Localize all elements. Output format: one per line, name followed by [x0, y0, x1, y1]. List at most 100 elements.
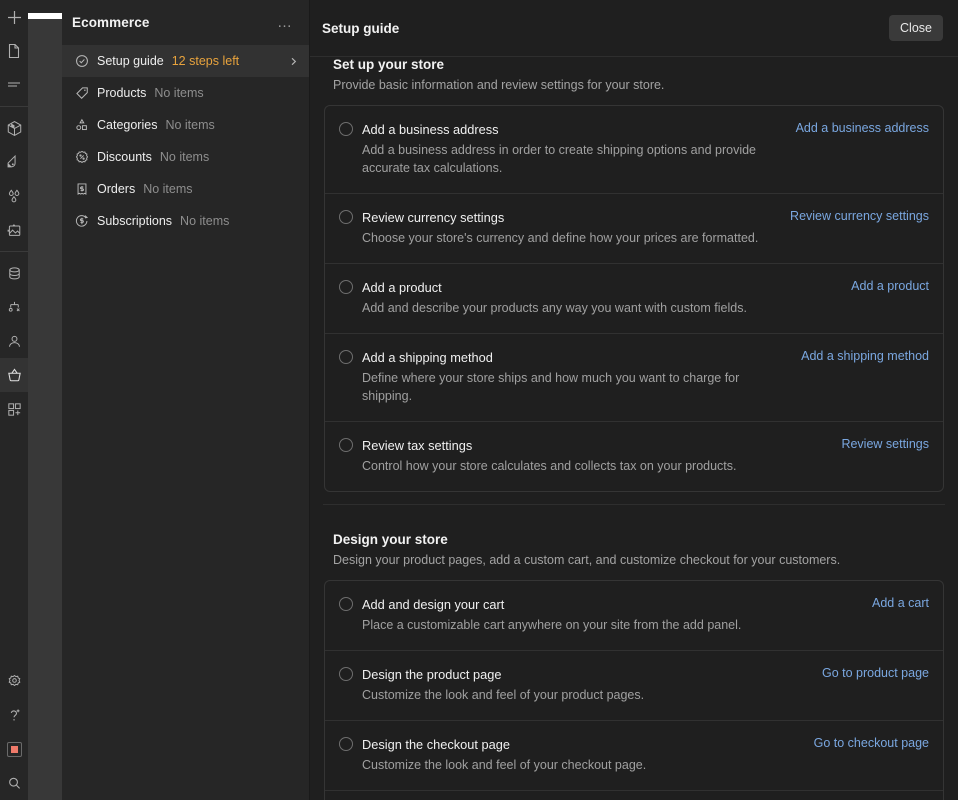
sidebar-item-products[interactable]: Products No items	[62, 77, 309, 109]
task-status-radio-icon[interactable]	[339, 122, 353, 136]
task-description: Add a business address in order to creat…	[362, 143, 757, 175]
sidebar-item-meta: No items	[154, 86, 204, 100]
task-action-link[interactable]: Go to product page	[812, 666, 929, 680]
section-design-your-store: Design your store Design your product pa…	[310, 504, 958, 800]
apps-icon[interactable]	[0, 392, 28, 426]
sidebar-item-subscriptions[interactable]: Subscriptions No items	[62, 205, 309, 237]
sidebar-item-meta: No items	[165, 118, 215, 132]
task-row[interactable]: Add a business address Add a business ad…	[325, 106, 943, 193]
task-title: Design the checkout page	[362, 737, 510, 752]
panel-header: Ecommerce …	[62, 0, 309, 45]
task-action-link[interactable]: Add a product	[841, 279, 929, 293]
help-icon[interactable]	[0, 698, 28, 732]
user-icon[interactable]	[0, 324, 28, 358]
receipt-icon	[74, 182, 89, 197]
task-title: Review tax settings	[362, 438, 473, 453]
logic-icon[interactable]	[0, 290, 28, 324]
layers-icon[interactable]	[0, 68, 28, 102]
task-card: Add and design your cart Place a customi…	[324, 580, 944, 800]
task-action-link[interactable]: Review currency settings	[780, 209, 929, 223]
rail-mid-group	[0, 111, 28, 247]
section-subtitle: Design your product pages, add a custom …	[333, 553, 841, 567]
sidebar-item-label: Discounts	[97, 150, 152, 164]
section-subtitle: Provide basic information and review set…	[333, 78, 665, 92]
rail-data-group	[0, 256, 28, 426]
task-status-radio-icon[interactable]	[339, 210, 353, 224]
sidebar-item-label: Subscriptions	[97, 214, 173, 228]
basket-icon[interactable]	[0, 358, 28, 392]
main-header: Setup guide Close	[310, 0, 958, 57]
rail-top-group	[0, 0, 28, 102]
setup-guide-scroll-area[interactable]: Set up your store Provide basic informat…	[310, 57, 958, 800]
task-action-link[interactable]: Go to checkout page	[804, 736, 929, 750]
image-icon[interactable]	[0, 213, 28, 247]
task-status-radio-icon[interactable]	[339, 737, 353, 751]
cube-icon[interactable]	[0, 111, 28, 145]
task-status-radio-icon[interactable]	[339, 438, 353, 452]
task-card: Add a business address Add a business ad…	[324, 105, 944, 492]
close-button[interactable]: Close	[889, 15, 943, 41]
chevron-right-icon[interactable]	[288, 56, 299, 67]
tag-icon	[74, 86, 89, 101]
search-icon[interactable]	[0, 766, 28, 800]
task-row[interactable]: Review tax settings Control how your sto…	[325, 421, 943, 491]
task-status-radio-icon[interactable]	[339, 350, 353, 364]
sidebar-item-discounts[interactable]: Discounts No items	[62, 141, 309, 173]
task-body: Design the product page Customize the lo…	[362, 666, 803, 704]
palette-icon[interactable]	[0, 145, 28, 179]
sidebar-item-meta: No items	[143, 182, 193, 196]
section-inner: Design your store Design your product pa…	[323, 504, 945, 800]
task-action-link[interactable]: Add a cart	[862, 596, 929, 610]
app-root: Ecommerce … Setup guide 12 steps left Pr…	[0, 0, 958, 800]
task-action-link[interactable]: Add a business address	[786, 121, 929, 135]
categories-icon	[74, 118, 89, 133]
section-title: Design your store	[333, 532, 448, 547]
panel-title: Ecommerce	[72, 15, 150, 30]
task-row[interactable]: Design ecommerce emails Customize the de…	[325, 790, 943, 800]
task-status-radio-icon[interactable]	[339, 280, 353, 294]
sidebar-item-orders[interactable]: Orders No items	[62, 173, 309, 205]
record-indicator-box	[6, 741, 22, 757]
sidebar-item-categories[interactable]: Categories No items	[62, 109, 309, 141]
record-icon[interactable]	[0, 732, 28, 766]
sidebar-item-setup-guide[interactable]: Setup guide 12 steps left	[62, 45, 309, 77]
active-tab-indicator[interactable]	[28, 13, 62, 19]
task-description: Choose your store's currency and define …	[362, 231, 759, 245]
task-description: Customize the look and feel of your prod…	[362, 688, 645, 702]
task-action-link[interactable]: Add a shipping method	[791, 349, 929, 363]
task-row[interactable]: Add and design your cart Place a customi…	[325, 581, 943, 650]
task-body: Review tax settings Control how your sto…	[362, 437, 822, 475]
task-row[interactable]: Design the checkout page Customize the l…	[325, 720, 943, 790]
tab-strip-top-gap	[28, 0, 62, 13]
page-title: Setup guide	[322, 20, 400, 36]
task-row[interactable]: Design the product page Customize the lo…	[325, 650, 943, 720]
task-body: Design the checkout page Customize the l…	[362, 736, 795, 774]
rail-bottom-group	[0, 664, 28, 800]
section-inner: Set up your store Provide basic informat…	[323, 57, 945, 504]
task-body: Review currency settings Choose your sto…	[362, 209, 771, 247]
add-icon[interactable]	[0, 0, 28, 34]
droplets-icon[interactable]	[0, 179, 28, 213]
gear-icon[interactable]	[0, 664, 28, 698]
task-title: Add a shipping method	[362, 350, 493, 365]
task-status-radio-icon[interactable]	[339, 667, 353, 681]
task-row[interactable]: Add a shipping method Define where your …	[325, 333, 943, 421]
panel-more-options-icon[interactable]: …	[273, 15, 297, 31]
panel-nav-list: Setup guide 12 steps left Products No it…	[62, 45, 309, 237]
pages-icon[interactable]	[0, 34, 28, 68]
discount-icon	[74, 150, 89, 165]
database-icon[interactable]	[0, 256, 28, 290]
ecommerce-panel: Ecommerce … Setup guide 12 steps left Pr…	[62, 0, 310, 800]
panel-tab-strip	[28, 0, 62, 800]
section-set-up-your-store: Set up your store Provide basic informat…	[310, 57, 958, 504]
section-title: Set up your store	[333, 57, 445, 72]
task-body: Add a shipping method Define where your …	[362, 349, 782, 405]
task-description: Control how your store calculates and co…	[362, 459, 737, 473]
task-row[interactable]: Review currency settings Choose your sto…	[325, 193, 943, 263]
record-dot	[10, 745, 18, 753]
task-row[interactable]: Add a product Add and describe your prod…	[325, 263, 943, 333]
task-status-radio-icon[interactable]	[339, 597, 353, 611]
task-title: Review currency settings	[362, 210, 505, 225]
task-action-link[interactable]: Review settings	[831, 437, 929, 451]
rail-divider	[0, 106, 28, 107]
